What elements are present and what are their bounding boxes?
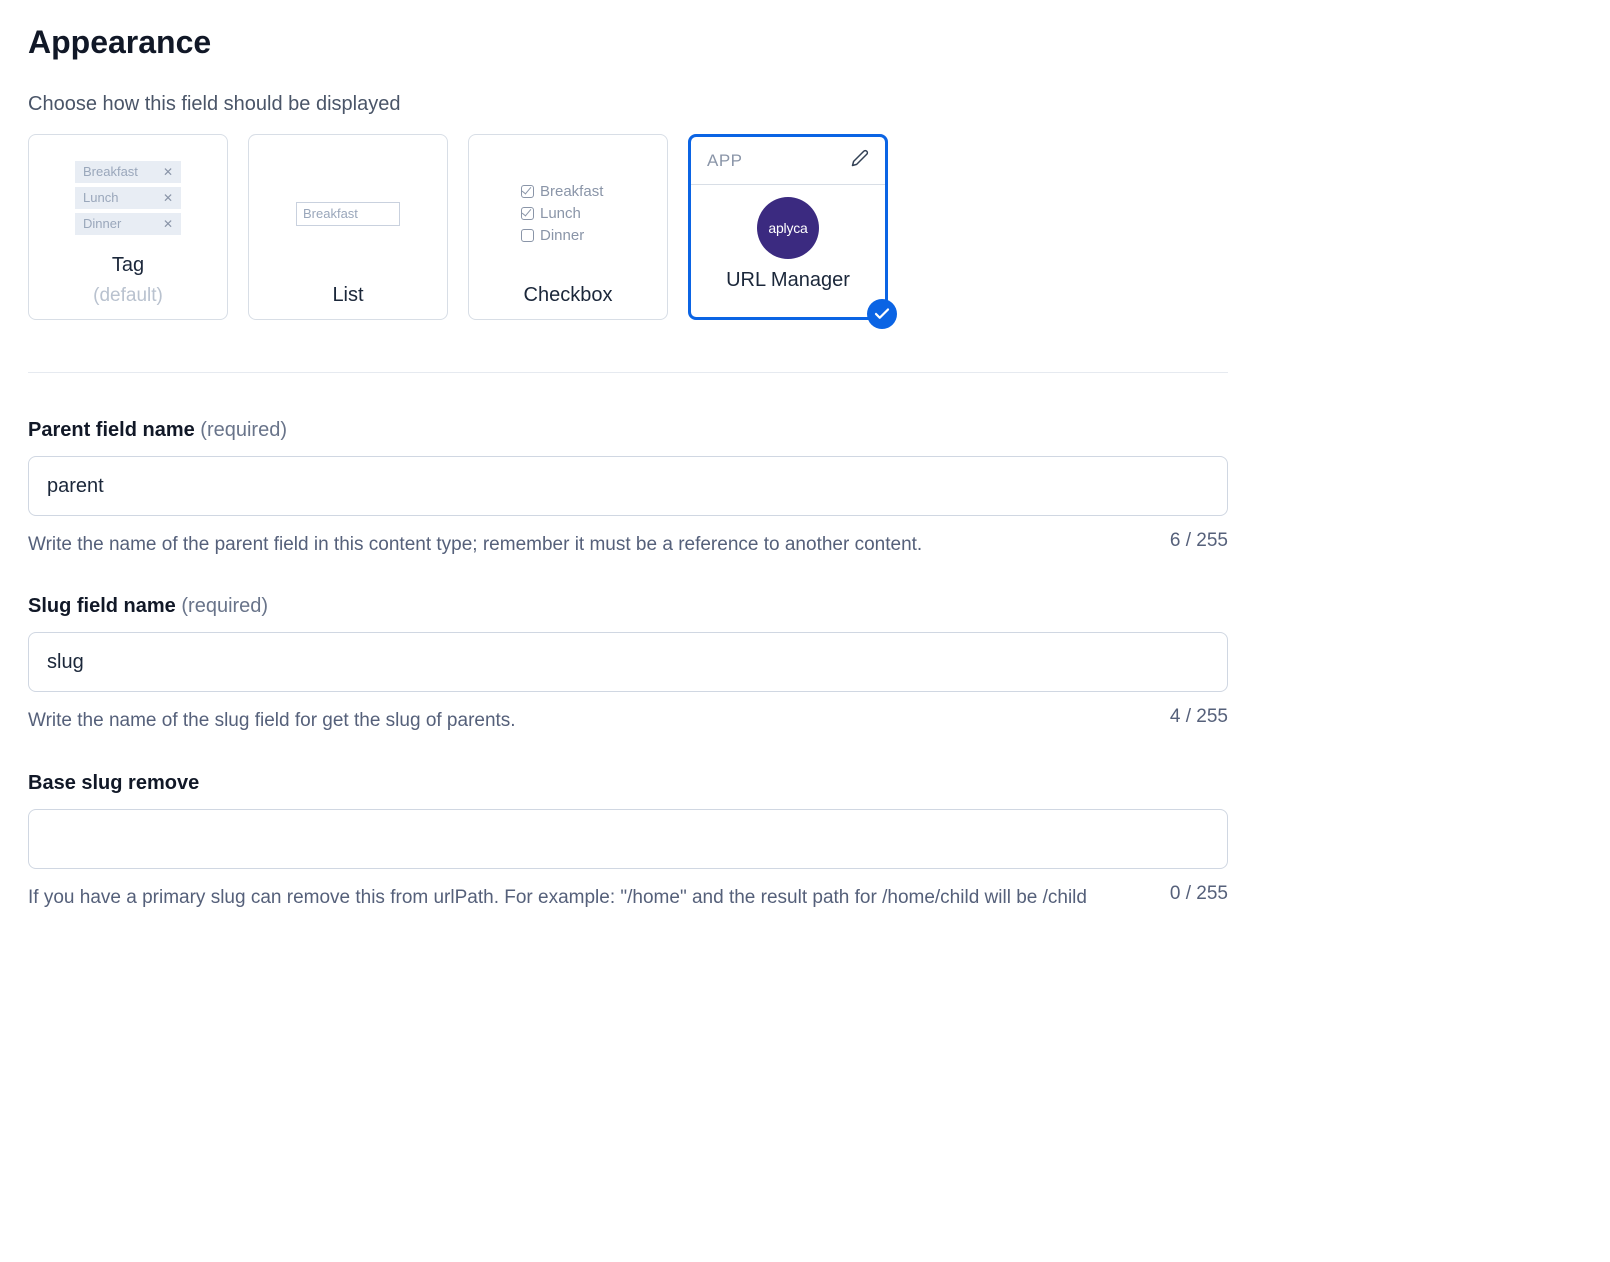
app-badge: APP	[707, 151, 743, 171]
checkbox-preview: Breakfast Lunch Dinner	[469, 135, 667, 280]
close-icon: ✕	[163, 165, 173, 179]
list-selected-item: Breakfast	[303, 206, 358, 221]
option-tag[interactable]: Breakfast ✕ Lunch ✕ Dinner ✕ Tag (defaul…	[28, 134, 228, 320]
field-help: Write the name of the slug field for get…	[28, 706, 516, 735]
edit-icon[interactable]	[851, 149, 869, 172]
app-body: aplyca URL Manager	[691, 185, 885, 317]
option-label: Tag	[112, 250, 144, 289]
aplyca-logo: aplyca	[757, 197, 819, 259]
field-help: If you have a primary slug can remove th…	[28, 883, 1087, 912]
slug-field-input[interactable]	[28, 632, 1228, 692]
field-char-count: 4 / 255	[1170, 706, 1228, 728]
option-label: Checkbox	[524, 280, 613, 319]
option-checkbox[interactable]: Breakfast Lunch Dinner Checkbox	[468, 134, 668, 320]
field-base-slug: Base slug remove If you have a primary s…	[28, 772, 1228, 912]
field-label: Slug field name (required)	[28, 595, 1228, 618]
page-title: Appearance	[28, 24, 1228, 61]
field-help: Write the name of the parent field in th…	[28, 530, 922, 559]
option-list[interactable]: Breakfast List	[248, 134, 448, 320]
checkbox-icon	[521, 185, 534, 198]
field-label-text: Parent field name	[28, 419, 195, 441]
appearance-subtitle: Choose how this field should be displaye…	[28, 93, 1228, 116]
checkbox-row: Lunch	[487, 203, 649, 225]
field-label-text: Base slug remove	[28, 772, 199, 794]
option-label: List	[332, 280, 363, 319]
checkbox-row: Breakfast	[487, 181, 649, 203]
checkbox-label: Breakfast	[540, 181, 603, 203]
checkbox-icon	[521, 207, 534, 220]
option-label: URL Manager	[726, 269, 850, 306]
field-label-text: Slug field name	[28, 595, 176, 617]
tag-chip-label: Lunch	[83, 190, 118, 205]
tag-preview: Breakfast ✕ Lunch ✕ Dinner ✕	[29, 135, 227, 250]
selected-check-icon	[867, 299, 897, 329]
tag-chip: Dinner ✕	[75, 213, 181, 235]
close-icon: ✕	[163, 191, 173, 205]
field-char-count: 6 / 255	[1170, 530, 1228, 552]
field-required-suffix: (required)	[181, 595, 268, 617]
field-char-count: 0 / 255	[1170, 883, 1228, 905]
checkbox-label: Dinner	[540, 225, 584, 247]
list-selectbox: Breakfast	[296, 202, 400, 226]
field-label: Parent field name (required)	[28, 419, 1228, 442]
base-slug-input[interactable]	[28, 809, 1228, 869]
tag-chip: Breakfast ✕	[75, 161, 181, 183]
field-label: Base slug remove	[28, 772, 1228, 795]
tag-chip: Lunch ✕	[75, 187, 181, 209]
parent-field-input[interactable]	[28, 456, 1228, 516]
list-preview: Breakfast	[249, 135, 447, 280]
close-icon: ✕	[163, 217, 173, 231]
option-url-manager[interactable]: APP aplyca URL Manager	[688, 134, 888, 320]
tag-chip-label: Dinner	[83, 216, 121, 231]
checkbox-row: Dinner	[487, 225, 649, 247]
field-slug: Slug field name (required) Write the nam…	[28, 595, 1228, 735]
appearance-options: Breakfast ✕ Lunch ✕ Dinner ✕ Tag (defaul…	[28, 134, 1228, 320]
option-default-suffix: (default)	[93, 285, 163, 319]
tag-chip-label: Breakfast	[83, 164, 138, 179]
checkbox-icon	[521, 229, 534, 242]
field-required-suffix: (required)	[200, 419, 287, 441]
field-parent: Parent field name (required) Write the n…	[28, 419, 1228, 559]
divider	[28, 372, 1228, 373]
app-header: APP	[691, 137, 885, 185]
checkbox-label: Lunch	[540, 203, 581, 225]
